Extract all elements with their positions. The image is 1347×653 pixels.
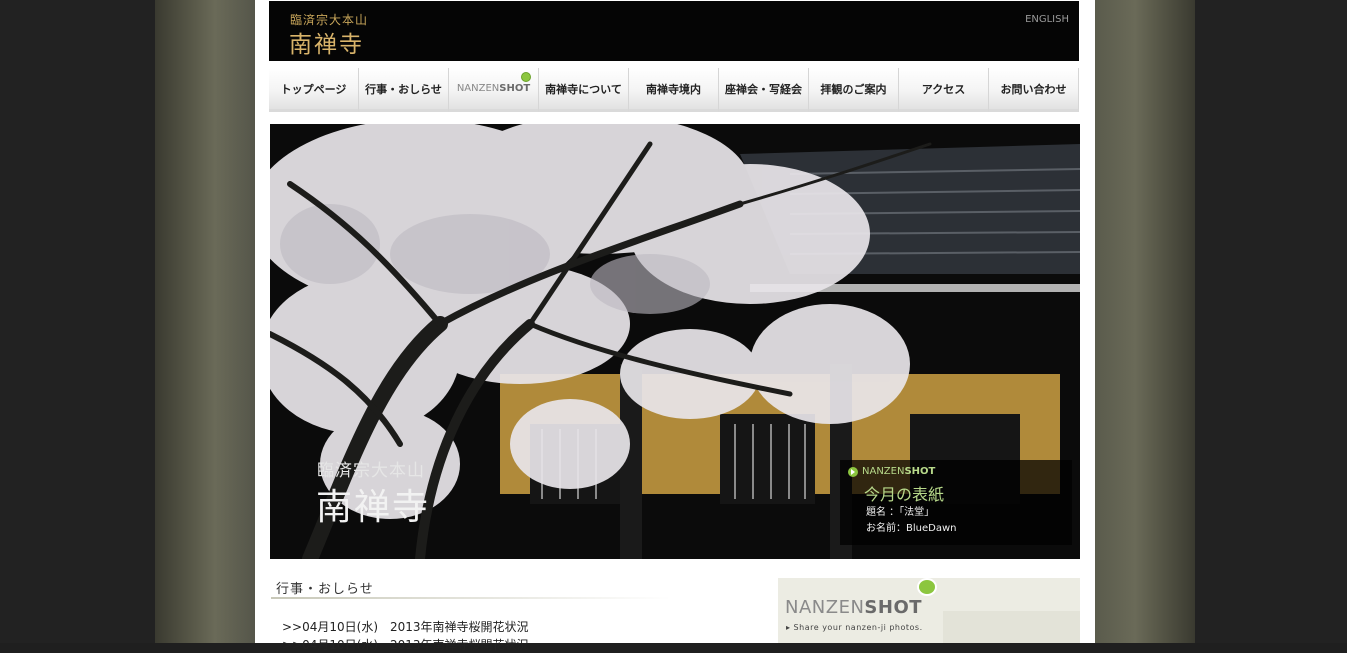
right-dark-margin bbox=[1195, 0, 1347, 643]
cover-brand-b: SHOT bbox=[904, 466, 936, 477]
cover-photographer: お名前：BlueDawn bbox=[866, 523, 957, 534]
nav-label: 南禅寺について bbox=[545, 82, 622, 96]
news-item[interactable]: >>04月10日(水) 2013年南禅寺桜開花状況 bbox=[282, 618, 529, 635]
page-container: 臨済宗大本山 南禅寺 ENGLISH トップページ 行事・おしらせ NANZEN… bbox=[255, 0, 1095, 652]
left-dark-margin bbox=[0, 0, 155, 643]
nav-top-page[interactable]: トップページ bbox=[269, 68, 359, 112]
nav-label: アクセス bbox=[921, 82, 966, 96]
nav-about[interactable]: 南禅寺について bbox=[539, 68, 629, 112]
hero-title: 南禅寺 bbox=[316, 487, 431, 528]
nav-contact[interactable]: お問い合わせ bbox=[989, 68, 1079, 112]
right-textured-margin bbox=[1095, 0, 1195, 643]
cover-title: 今月の表紙 bbox=[864, 485, 945, 504]
nav-label: トップページ bbox=[280, 82, 347, 96]
cover-photo-title: 題名 ：「法堂」 bbox=[866, 507, 935, 518]
nav-label: お問い合わせ bbox=[1000, 82, 1067, 96]
nav-shot-label-b: SHOT bbox=[499, 83, 531, 94]
hero-image: 臨済宗大本山 南禅寺 NANZEN SHOT 今月の表紙 題名 ：「法堂」 お名前… bbox=[270, 124, 1080, 559]
camera-icon bbox=[521, 72, 531, 82]
monthly-cover-box[interactable]: NANZEN SHOT 今月の表紙 題名 ：「法堂」 お名前：BlueDawn bbox=[840, 460, 1072, 545]
arrow-circle-icon bbox=[848, 466, 858, 477]
nav-label: 座禅会・写経会 bbox=[725, 82, 802, 96]
nav-nanzen-shot[interactable]: NANZEN SHOT bbox=[449, 68, 539, 112]
nav-grounds[interactable]: 南禅寺境内 bbox=[629, 68, 719, 112]
banner-strip bbox=[943, 611, 1080, 643]
shot-tagline: ▸ Share your nanzen-ji photos. bbox=[786, 623, 923, 632]
shot-logo-b: SHOT bbox=[864, 597, 923, 618]
nav-zazen[interactable]: 座禅会・写経会 bbox=[719, 68, 809, 112]
nav-label: 拝観のご案内 bbox=[820, 82, 887, 96]
nav-label: 行事・おしらせ bbox=[365, 82, 442, 96]
logo-title[interactable]: 南禅寺 bbox=[289, 25, 364, 59]
nav-events[interactable]: 行事・おしらせ bbox=[359, 68, 449, 112]
cover-brand-a: NANZEN bbox=[862, 466, 905, 477]
english-link[interactable]: ENGLISH bbox=[1025, 14, 1069, 25]
cover-brand: NANZEN SHOT bbox=[848, 466, 935, 477]
shot-logo-a: NANZEN bbox=[785, 597, 865, 618]
news-item[interactable]: >>04月10日(水) 2013年南禅寺桜開花状況 bbox=[282, 636, 529, 653]
site-header: 臨済宗大本山 南禅寺 ENGLISH bbox=[269, 1, 1079, 61]
news-heading: 行事・おしらせ bbox=[276, 582, 374, 597]
nav-shot-label-a: NANZEN bbox=[456, 83, 500, 94]
news-divider bbox=[271, 597, 671, 599]
camera-icon bbox=[917, 578, 937, 596]
nanzen-shot-banner[interactable]: NANZENSHOT ▸ Share your nanzen-ji photos… bbox=[778, 578, 1080, 643]
shot-logo: NANZENSHOT bbox=[785, 597, 922, 618]
main-nav: トップページ 行事・おしらせ NANZEN SHOT 南禅寺について 南禅寺境内 … bbox=[269, 68, 1079, 112]
nav-label: 南禅寺境内 bbox=[646, 82, 701, 96]
nav-visit-guide[interactable]: 拝観のご案内 bbox=[809, 68, 899, 112]
left-textured-margin bbox=[155, 0, 255, 643]
nav-access[interactable]: アクセス bbox=[899, 68, 989, 112]
